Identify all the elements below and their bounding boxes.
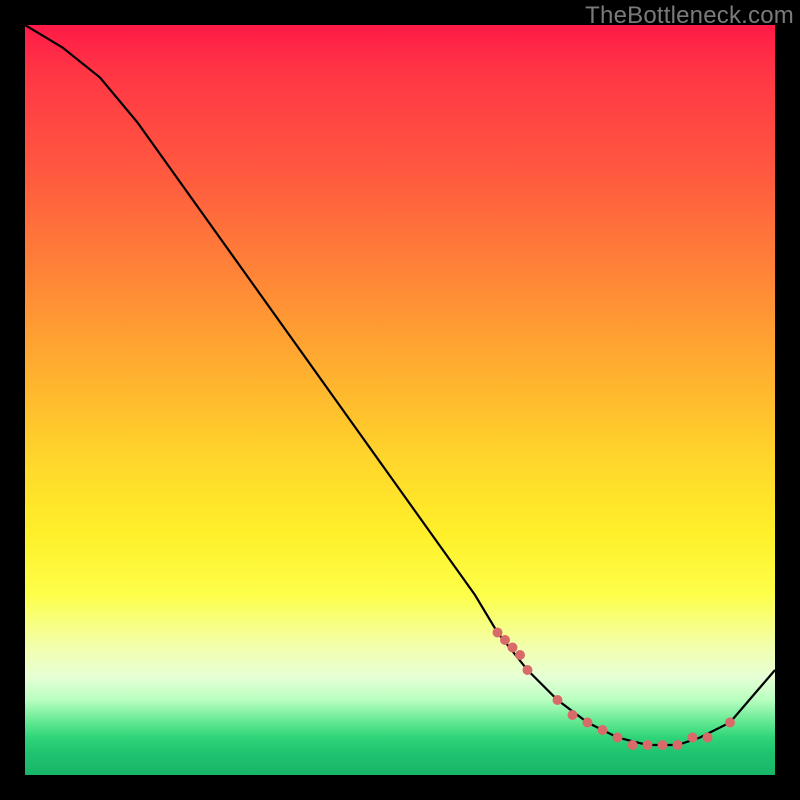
- trough-marker: [628, 740, 638, 750]
- plot-area: [25, 25, 775, 775]
- trough-marker: [673, 740, 683, 750]
- trough-marker: [553, 695, 563, 705]
- trough-marker: [703, 733, 713, 743]
- trough-marker: [500, 635, 510, 645]
- trough-marker: [568, 710, 578, 720]
- marker-group: [493, 628, 736, 751]
- trough-marker: [583, 718, 593, 728]
- trough-marker: [598, 725, 608, 735]
- chart-frame: TheBottleneck.com: [0, 0, 800, 800]
- trough-marker: [508, 643, 518, 653]
- trough-marker: [493, 628, 503, 638]
- trough-marker: [725, 718, 735, 728]
- trough-marker: [658, 740, 668, 750]
- curve-svg: [25, 25, 775, 775]
- trough-marker: [688, 733, 698, 743]
- trough-marker: [515, 650, 525, 660]
- trough-marker: [643, 740, 653, 750]
- trough-marker: [613, 733, 623, 743]
- bottleneck-curve: [25, 25, 775, 745]
- trough-marker: [523, 665, 533, 675]
